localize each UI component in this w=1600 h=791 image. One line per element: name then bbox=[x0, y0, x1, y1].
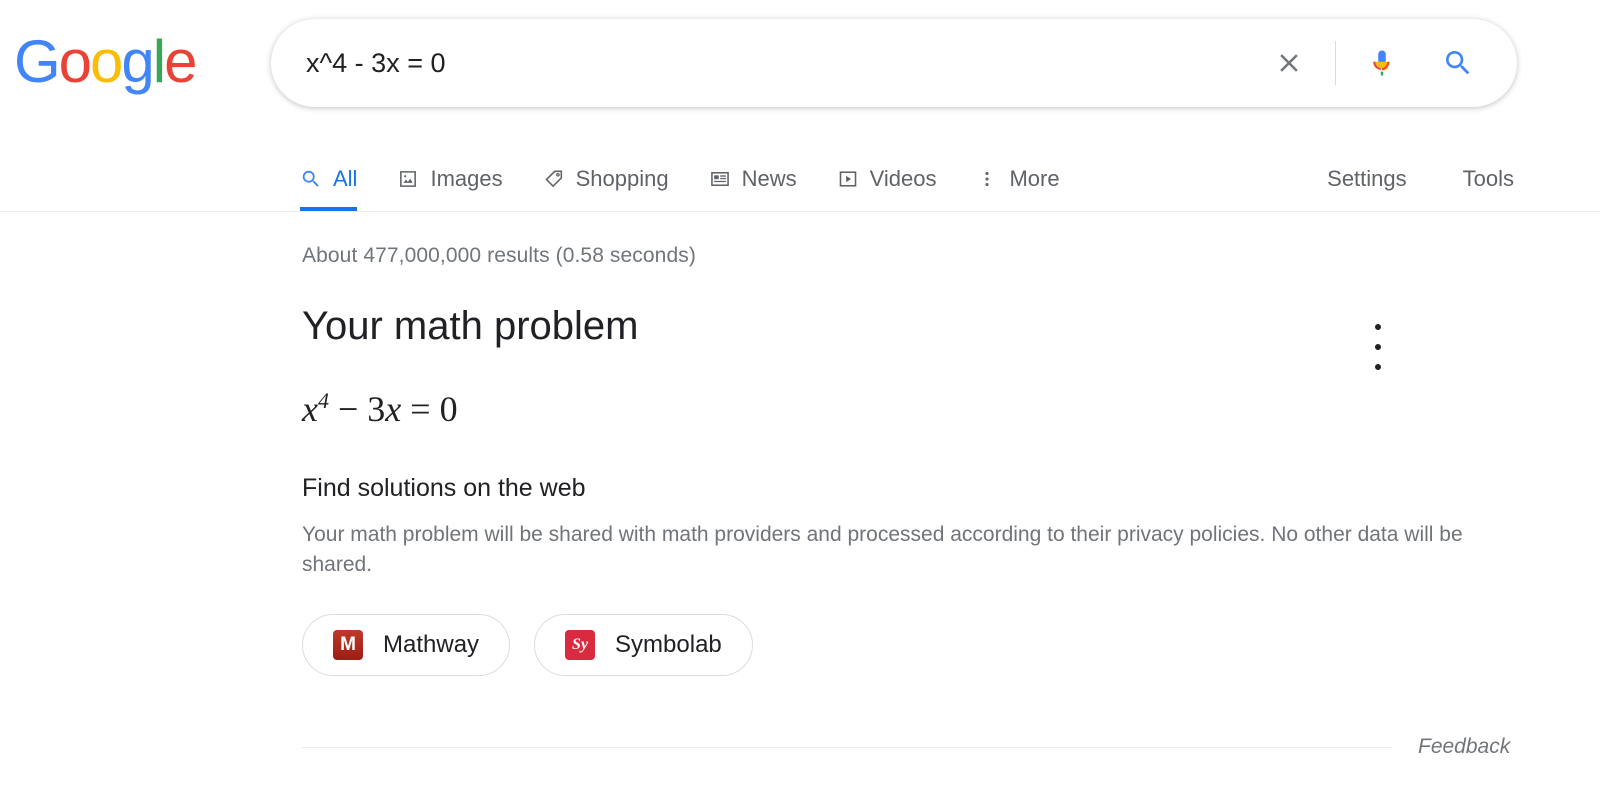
card-overflow-menu-button[interactable] bbox=[1360, 324, 1396, 370]
logo-letter-5: e bbox=[164, 28, 197, 95]
voice-search-button[interactable] bbox=[1358, 39, 1406, 87]
search-submit-button[interactable] bbox=[1434, 39, 1482, 87]
tab-videos[interactable]: Videos bbox=[837, 128, 937, 211]
more-vertical-icon-dot-3 bbox=[1375, 364, 1381, 370]
tab-all-label: All bbox=[333, 165, 358, 191]
tab-more[interactable]: More bbox=[976, 128, 1060, 211]
logo-letter-3: g bbox=[121, 28, 154, 95]
page-title: Your math problem bbox=[302, 304, 639, 348]
equation-operator: − bbox=[337, 389, 359, 429]
feedback-link[interactable]: Feedback bbox=[1418, 735, 1510, 759]
tab-more-label: More bbox=[1009, 165, 1060, 191]
search-results: About 477,000,000 results (0.58 seconds)… bbox=[0, 212, 1600, 676]
more-vertical-icon-dot-2 bbox=[1375, 344, 1381, 350]
privacy-disclaimer: Your math problem will be shared with ma… bbox=[302, 523, 1463, 576]
search-nav: All Images Shopping News Videos More Set… bbox=[0, 128, 1600, 212]
newspaper-icon bbox=[709, 168, 731, 190]
search-icon bbox=[1446, 51, 1470, 75]
video-icon bbox=[837, 168, 859, 190]
nav-tabs: All Images Shopping News Videos More bbox=[300, 128, 1100, 211]
tab-shopping[interactable]: Shopping bbox=[543, 128, 669, 211]
result-stats: About 477,000,000 results (0.58 seconds) bbox=[302, 244, 696, 267]
mathway-icon: M bbox=[333, 630, 363, 660]
math-equation: x4 − 3x = 0 bbox=[302, 380, 1492, 430]
more-vertical-icon-dot-1 bbox=[1375, 324, 1381, 330]
footer-row: Feedback bbox=[302, 735, 1600, 759]
logo-letter-2: o bbox=[90, 28, 123, 95]
find-solutions-heading: Find solutions on the web bbox=[302, 474, 586, 502]
equation-coefficient: 3 bbox=[367, 389, 386, 429]
equation-base: x bbox=[302, 389, 318, 429]
provider-chip-mathway[interactable]: M Mathway bbox=[302, 614, 511, 676]
search-divider bbox=[1335, 41, 1336, 85]
settings-link[interactable]: Settings bbox=[1327, 166, 1407, 192]
page-header: Google bbox=[0, 0, 1600, 128]
search-bar-actions bbox=[1265, 39, 1516, 87]
search-icon bbox=[300, 168, 322, 190]
clear-search-button[interactable] bbox=[1265, 39, 1313, 87]
provider-chip-symbolab[interactable]: Sy Symbolab bbox=[534, 614, 753, 676]
tab-news[interactable]: News bbox=[709, 128, 797, 211]
tag-icon bbox=[543, 168, 565, 190]
microphone-icon bbox=[1373, 50, 1391, 76]
provider-chips: M Mathway Sy Symbolab bbox=[302, 614, 1492, 676]
tab-images-label: Images bbox=[430, 165, 503, 191]
more-vertical-icon bbox=[976, 168, 998, 190]
search-bar[interactable] bbox=[271, 19, 1517, 107]
image-icon bbox=[397, 168, 419, 190]
tab-videos-label: Videos bbox=[869, 165, 937, 191]
logo-letter-1: o bbox=[58, 28, 92, 95]
tab-shopping-label: Shopping bbox=[575, 165, 669, 191]
nav-right-links: Settings Tools bbox=[1271, 128, 1600, 211]
equation-variable: x bbox=[385, 389, 402, 429]
math-solver-card: Your math problem x4 − 3x = 0 Find solut… bbox=[302, 302, 1492, 676]
logo-letter-0: G bbox=[14, 28, 61, 95]
logo-letter-4: l bbox=[152, 28, 166, 95]
close-icon bbox=[1280, 54, 1298, 72]
tab-news-label: News bbox=[741, 165, 797, 191]
google-logo[interactable]: Google bbox=[14, 28, 198, 95]
symbolab-icon: Sy bbox=[565, 630, 596, 660]
provider-chip-mathway-label: Mathway bbox=[383, 631, 480, 658]
tools-link[interactable]: Tools bbox=[1463, 166, 1514, 192]
footer-divider bbox=[302, 746, 1392, 748]
equation-rhs: 0 bbox=[439, 389, 458, 429]
tab-images[interactable]: Images bbox=[397, 128, 503, 211]
equation-equals: = bbox=[410, 389, 431, 429]
tab-all[interactable]: All bbox=[300, 128, 358, 211]
provider-chip-symbolab-label: Symbolab bbox=[615, 631, 722, 658]
equation-exponent: 4 bbox=[317, 388, 329, 413]
search-input[interactable] bbox=[272, 46, 1265, 80]
